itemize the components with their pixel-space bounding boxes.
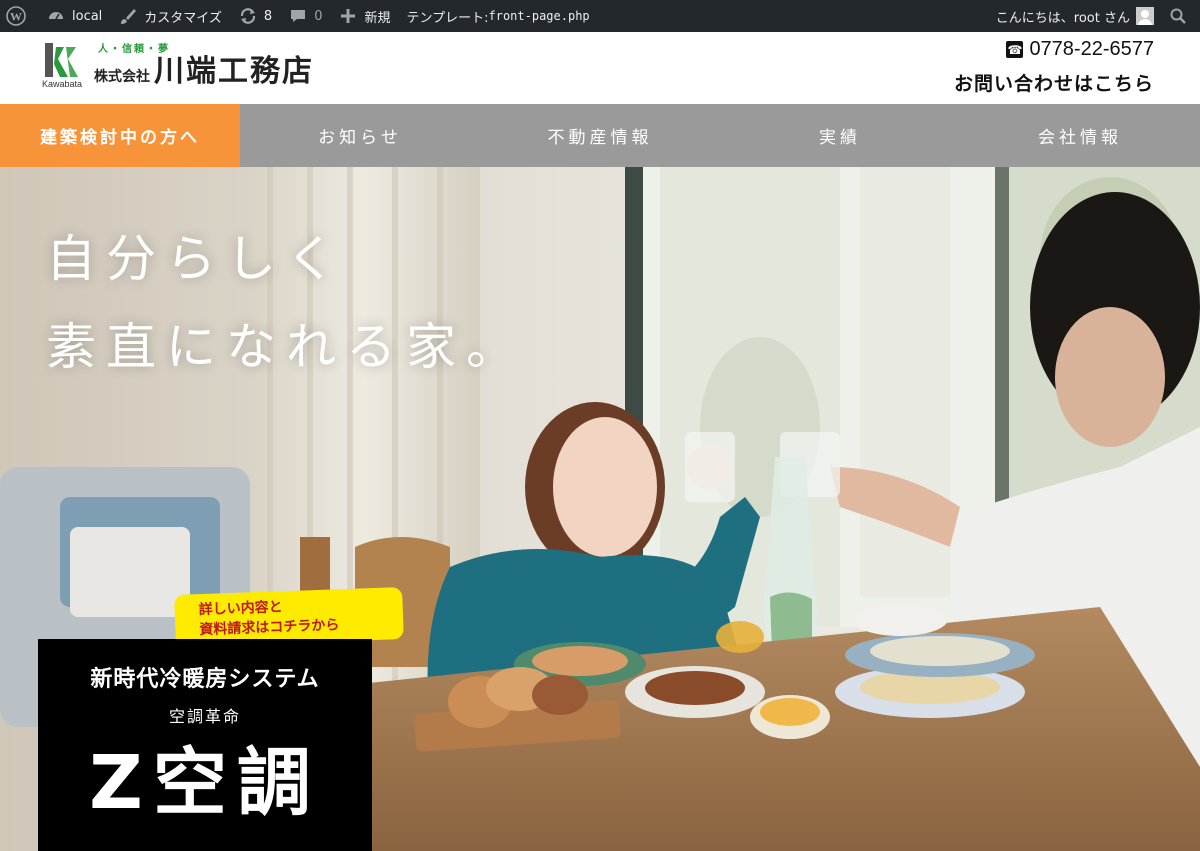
phone-number: 0778-22-6577 [1029, 38, 1154, 60]
greeting-label: こんにちは、root さん [995, 10, 1130, 26]
phone-icon: ☎ [1006, 41, 1024, 58]
search-icon [1168, 6, 1188, 26]
hero-title: 自分らしく 素直になれる家。 [46, 215, 526, 391]
template-file: front-page.php [488, 9, 590, 23]
wordpress-icon: W [6, 6, 26, 26]
promo-box: 新時代冷暖房システム 空調革命 Z空調 [38, 639, 372, 851]
company-name: 川端工務店 [154, 54, 314, 89]
contact-block: ☎ 0778-22-6577 お問い合わせはこちら [954, 38, 1154, 96]
avatar [1136, 7, 1154, 25]
wordpress-logo-button[interactable]: W [0, 0, 38, 32]
site-name-label: local [72, 8, 103, 24]
new-content-link[interactable]: 新規 [330, 0, 398, 32]
promo-subheading: 空調革命 [168, 707, 241, 726]
plus-icon [338, 6, 358, 26]
template-label: テンプレート: [406, 10, 489, 26]
wp-admin-bar: W local カスタマイズ 8 0 新規 テンプレート: front-page.… [0, 0, 1200, 32]
nav-item-company[interactable]: 会社情報 [960, 104, 1200, 167]
updates-count: 8 [263, 8, 273, 24]
refresh-icon [238, 6, 258, 26]
hero-title-line2: 素直になれる家。 [46, 318, 526, 376]
template-info: テンプレート: front-page.php [399, 0, 598, 32]
my-account-link[interactable]: こんにちは、root さん [988, 0, 1158, 32]
brush-icon [118, 6, 138, 26]
hero-title-line1: 自分らしく [46, 230, 346, 288]
logo-tagline: 人・信頼・夢 [98, 44, 170, 55]
company-prefix: 株式会社 [94, 69, 150, 85]
nav-item-news[interactable]: お知らせ [240, 104, 480, 167]
k-logo-icon [54, 47, 78, 77]
comments-link[interactable]: 0 [280, 0, 330, 32]
phone-link[interactable]: ☎ 0778-22-6577 [954, 38, 1154, 61]
site-name-link[interactable]: local [38, 0, 110, 32]
svg-text:W: W [10, 10, 22, 24]
nav-item-real-estate[interactable]: 不動産情報 [480, 104, 720, 167]
nav-item-building[interactable]: 建築検討中の方へ [0, 104, 240, 167]
comment-icon [288, 6, 308, 26]
dashboard-icon [46, 6, 66, 26]
promo-product-name: Z空調 [89, 740, 321, 826]
customize-link[interactable]: カスタマイズ [110, 0, 230, 32]
promo-speech-bubble: 詳しい内容と 資料請求はコチラから [174, 587, 404, 647]
logo-sub: Kawabata [42, 79, 83, 89]
main-nav: 建築検討中の方へ お知らせ 不動産情報 実績 会社情報 [0, 104, 1200, 167]
site-header: Kawabata 人・信頼・夢 株式会社 川端工務店 ☎ 0778-22-657… [0, 32, 1200, 104]
new-content-label: 新規 [364, 10, 391, 26]
logo-mark: Kawabata [42, 41, 82, 89]
comments-count: 0 [314, 8, 323, 24]
inquiry-link[interactable]: お問い合わせはこちら [954, 69, 1154, 96]
z-kuchou-promo-banner[interactable]: 詳しい内容と 資料請求はコチラから 新時代冷暖房システム 空調革命 Z空調 [38, 587, 404, 851]
nav-item-works[interactable]: 実績 [720, 104, 960, 167]
promo-heading: 新時代冷暖房システム [90, 667, 320, 692]
customize-label: カスタマイズ [144, 10, 222, 26]
hero-banner: 自分らしく 素直になれる家。 詳しい内容と 資料請求はコチラから 新時代冷暖房シ… [0, 167, 1200, 851]
site-logo[interactable]: Kawabata 人・信頼・夢 株式会社 川端工務店 [42, 40, 314, 89]
search-button[interactable] [1158, 0, 1200, 32]
updates-link[interactable]: 8 [230, 0, 280, 32]
